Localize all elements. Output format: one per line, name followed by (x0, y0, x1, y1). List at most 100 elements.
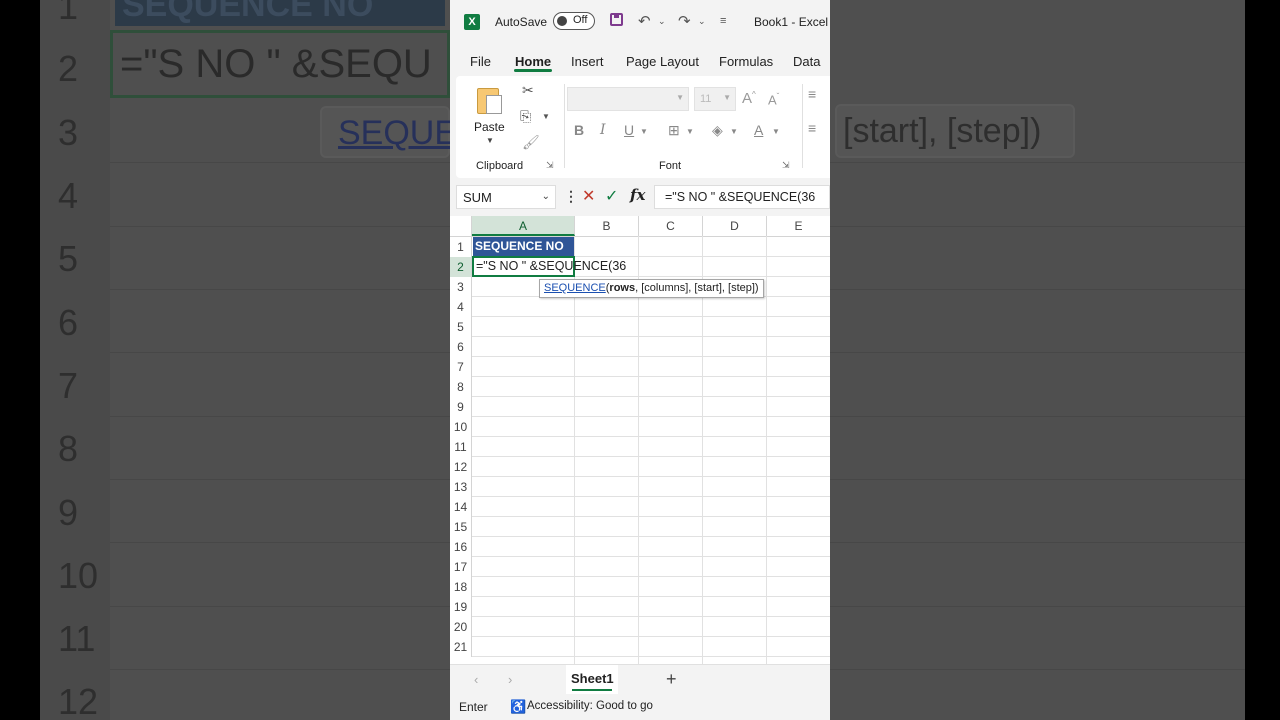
row-header-14[interactable]: 14 (450, 497, 472, 517)
bold-icon[interactable]: B (574, 122, 584, 138)
row-header-17[interactable]: 17 (450, 557, 472, 577)
redo-dropdown-chevron-icon[interactable]: ⌄ (698, 16, 706, 27)
redo-icon[interactable]: ↷ (678, 12, 691, 30)
row-header-5[interactable]: 5 (450, 317, 472, 337)
background-row-number: 8 (58, 428, 79, 469)
formula-input[interactable]: ="S NO " &SEQUENCE(36 (654, 185, 830, 209)
paste-button-label[interactable]: Paste (474, 120, 505, 134)
prev-sheet-icon[interactable]: ‹ (474, 672, 478, 687)
tab-insert[interactable]: Insert (571, 54, 604, 69)
add-sheet-icon[interactable]: + (666, 669, 677, 690)
row-header-10[interactable]: 10 (450, 417, 472, 437)
column-header-e[interactable]: E (767, 216, 830, 236)
tab-home[interactable]: Home (515, 54, 551, 69)
name-box-value: SUM (463, 190, 492, 205)
font-size-chevron-icon: ▼ (723, 93, 731, 102)
row-header-21[interactable]: 21 (450, 637, 472, 657)
accessibility-status[interactable]: Accessibility: Good to go (527, 700, 653, 712)
enter-checkmark-icon[interactable]: ✓ (605, 186, 618, 206)
select-all-corner[interactable] (450, 216, 472, 236)
cell-a1[interactable]: SEQUENCE NO (473, 237, 574, 256)
cut-icon[interactable]: ✂ (522, 82, 534, 99)
tab-data[interactable]: Data (793, 54, 820, 69)
row-header-4[interactable]: 4 (450, 297, 472, 317)
alignment-left-icon[interactable]: ≡ (808, 120, 816, 136)
sheet-tab-sheet1[interactable]: Sheet1 (566, 665, 618, 695)
row-header-7[interactable]: 7 (450, 357, 472, 377)
borders-dropdown-chevron-icon[interactable]: ▼ (686, 127, 694, 136)
italic-icon[interactable]: I (600, 122, 606, 138)
fill-color-dropdown-chevron-icon[interactable]: ▼ (730, 127, 738, 136)
row-header-20[interactable]: 20 (450, 617, 472, 637)
decrease-font-size-icon[interactable]: Aˇ (768, 92, 779, 107)
cancel-icon[interactable]: ✕ (582, 186, 595, 206)
increase-font-size-icon[interactable]: A^ (742, 90, 756, 107)
underline-dropdown-chevron-icon[interactable]: ▼ (640, 127, 648, 136)
column-header-c[interactable]: C (639, 216, 703, 236)
row-header-16[interactable]: 16 (450, 537, 472, 557)
tab-file[interactable]: File (470, 54, 491, 69)
column-header-d[interactable]: D (703, 216, 767, 236)
column-header-a[interactable]: A (472, 216, 575, 236)
font-name-select[interactable]: ▼ (567, 87, 689, 111)
toggle-knob-icon (557, 16, 567, 26)
font-name-chevron-icon: ▼ (676, 93, 684, 102)
row-header-15[interactable]: 15 (450, 517, 472, 537)
undo-dropdown-chevron-icon[interactable]: ⌄ (658, 16, 666, 27)
autosave-toggle[interactable]: Off (553, 12, 595, 30)
column-gridline (638, 236, 639, 664)
name-box[interactable]: SUM ⌄ (456, 185, 556, 209)
paste-icon[interactable] (477, 85, 503, 115)
font-size-value: 11 (700, 93, 712, 105)
format-painter-icon[interactable]: 🖌 (522, 134, 540, 151)
row-gridline (472, 416, 830, 417)
accessibility-icon[interactable]: ♿ (510, 699, 526, 715)
insert-function-icon[interactable]: fx (630, 186, 645, 204)
row-header-13[interactable]: 13 (450, 477, 472, 497)
ribbon-tabs: File Home Insert Page Layout Formulas Da… (450, 44, 830, 76)
row-header-3[interactable]: 3 (450, 277, 472, 297)
background-row-number: 10 (58, 555, 99, 596)
next-sheet-icon[interactable]: › (508, 672, 512, 687)
excel-logo-icon: X (464, 14, 480, 30)
font-color-dropdown-chevron-icon[interactable]: ▼ (772, 127, 780, 136)
tooltip-current-arg: rows (609, 282, 636, 294)
save-icon[interactable] (610, 13, 623, 26)
row-gridline (472, 436, 830, 437)
row-header-1[interactable]: 1 (450, 237, 472, 257)
row-header-11[interactable]: 11 (450, 437, 472, 457)
underline-icon[interactable]: U (624, 122, 634, 138)
font-size-select[interactable]: 11 ▼ (694, 87, 736, 111)
font-launcher-icon[interactable]: ⇲ (782, 160, 790, 171)
row-gridline (472, 616, 830, 617)
font-color-icon[interactable]: A (754, 122, 763, 138)
copy-dropdown-chevron-icon[interactable]: ▼ (542, 112, 550, 121)
paste-dropdown-chevron-icon[interactable]: ▼ (486, 136, 494, 145)
fill-color-icon[interactable]: ◈ (712, 122, 723, 139)
row-header-12[interactable]: 12 (450, 457, 472, 477)
formula-bar-more-icon[interactable]: ⋮ (564, 188, 578, 205)
borders-icon[interactable]: ⊞ (668, 122, 680, 139)
column-header-b[interactable]: B (575, 216, 639, 236)
undo-icon[interactable]: ↶ (638, 12, 651, 30)
copy-icon[interactable]: ⎘ (520, 108, 531, 125)
row-header-9[interactable]: 9 (450, 397, 472, 417)
row-gridline (472, 316, 830, 317)
row-header-19[interactable]: 19 (450, 597, 472, 617)
tab-formulas[interactable]: Formulas (719, 54, 773, 69)
row-header-18[interactable]: 18 (450, 577, 472, 597)
row-gridline (472, 376, 830, 377)
row-header-2[interactable]: 2 (450, 257, 472, 277)
clipboard-launcher-icon[interactable]: ⇲ (546, 160, 554, 171)
name-box-chevron-icon[interactable]: ⌄ (542, 191, 550, 202)
background-tooltip-left-text: SEQUE (338, 114, 458, 152)
alignment-top-icon[interactable]: ≡ (808, 86, 816, 102)
ribbon-home: Paste ▼ ✂ ⎘ ▼ 🖌 Clipboard ⇲ ▼ 11 ▼ A^ Aˇ… (456, 76, 830, 178)
row-header-8[interactable]: 8 (450, 377, 472, 397)
tab-page-layout[interactable]: Page Layout (626, 54, 699, 69)
row-gridline (472, 496, 830, 497)
customize-toolbar-icon[interactable]: ≡ (720, 15, 726, 27)
row-header-6[interactable]: 6 (450, 337, 472, 357)
tooltip-function-link[interactable]: SEQUENCE (544, 282, 606, 294)
worksheet-grid[interactable]: A B C D E 1 2 3 4 5 6 7 8 9 10 11 12 13 … (450, 216, 830, 664)
